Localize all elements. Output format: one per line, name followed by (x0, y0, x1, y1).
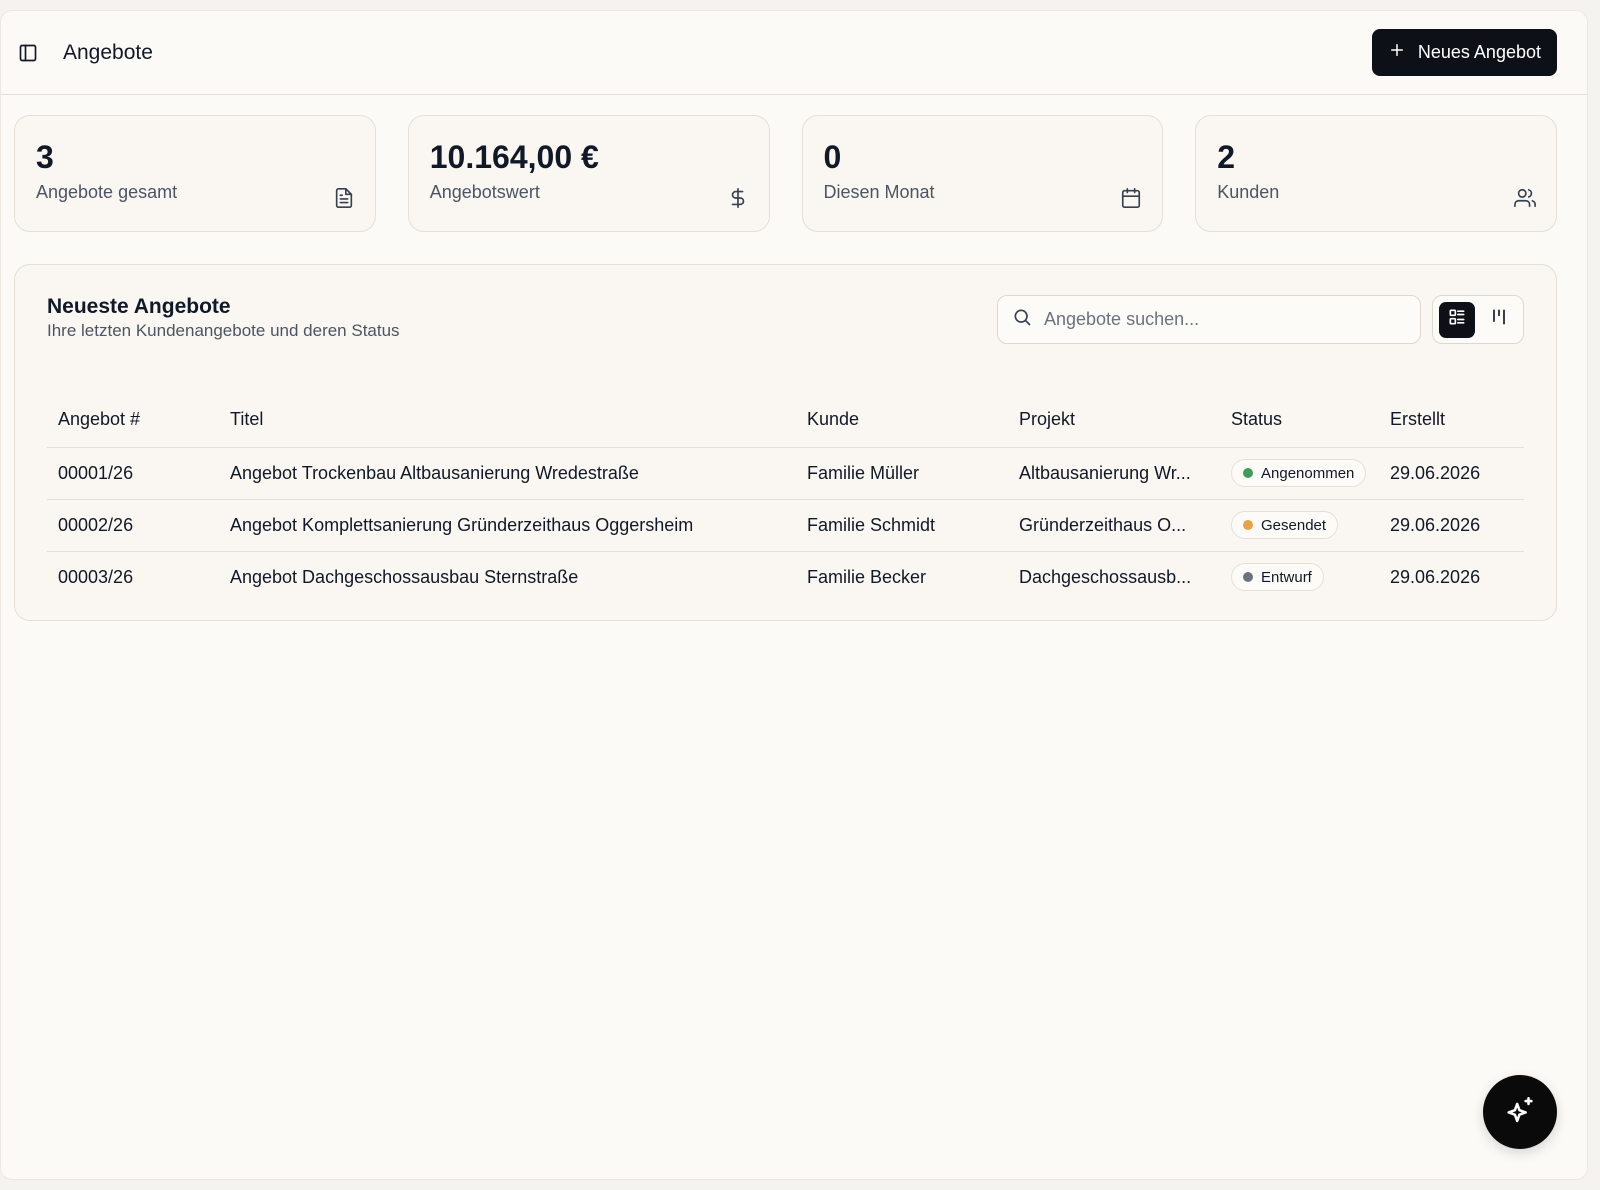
search-box (997, 295, 1421, 344)
stat-card-total: 3 Angebote gesamt (14, 115, 376, 232)
cell-offer-id: 00001/26 (47, 447, 219, 500)
status-badge: Entwurf (1231, 563, 1324, 592)
file-text-icon (333, 187, 355, 209)
cell-title: Angebot Trockenbau Altbausanierung Wrede… (219, 447, 796, 500)
top-bar: Angebote Neues Angebot (1, 11, 1587, 95)
stats-row: 3 Angebote gesamt 10.164,00 € Angebotswe… (1, 95, 1587, 232)
stat-label: Angebote gesamt (36, 182, 178, 202)
stat-value: 2 (1217, 139, 1236, 175)
scrollbar-track (1588, 0, 1600, 1190)
cell-offer-id: 00003/26 (58, 566, 134, 587)
panel-header: Neueste Angebote Ihre letzten Kundenange… (47, 295, 1524, 344)
cell-created: 29.06.2026 (1379, 447, 1524, 500)
stat-label: Angebotswert (429, 182, 540, 202)
users-icon (1514, 187, 1536, 209)
status-badge-label: Gesendet (1261, 516, 1327, 534)
cell-customer: Familie Becker (807, 566, 927, 587)
search-icon (1012, 307, 1032, 332)
column-header[interactable]: Titel (219, 392, 796, 448)
cell-customer: Familie Schmidt (796, 499, 1008, 552)
panel-title: Neueste Angebote (47, 295, 231, 318)
cell-status: Angenommen (1220, 447, 1379, 500)
column-header[interactable]: Erstellt (1379, 392, 1524, 448)
cell-status: Entwurf (1220, 551, 1379, 603)
panel-tools (997, 295, 1524, 344)
cell-project: Dachgeschossausb... (1019, 566, 1192, 587)
cell-created: 29.06.2026 (1390, 566, 1481, 587)
stat-value: 3 (36, 139, 54, 175)
column-header[interactable]: Projekt (1008, 392, 1220, 448)
cell-title: Angebot Dachgeschossausbau Sternstraße (230, 566, 579, 587)
column-header[interactable]: Kunde (796, 392, 1008, 448)
app-window: Angebote Neues Angebot 3 Angebote gesamt… (0, 10, 1588, 1180)
stat-card-month: 0 Diesen Monat (801, 115, 1164, 232)
table-row[interactable]: 00003/26 Angebot Dachgeschossausbau Ster… (47, 551, 1524, 603)
status-badge: Gesendet (1231, 511, 1339, 539)
dollar-icon (727, 187, 749, 209)
list-view-icon (1447, 307, 1467, 332)
status-dot (1243, 520, 1253, 530)
cell-project: Altbausanierung Wr... (1008, 447, 1220, 500)
offers-table: Angebot # Titel Kunde Projekt Status Ers… (47, 392, 1524, 603)
calendar-icon (1120, 187, 1142, 209)
status-dot (1243, 468, 1253, 478)
table-row[interactable]: 00002/26 Angebot Komplettsanierung Gründ… (47, 499, 1524, 552)
status-dot (1243, 572, 1253, 583)
plus-icon (1388, 41, 1406, 64)
table-header-row: Angebot # Titel Kunde Projekt Status Ers… (47, 392, 1524, 448)
stat-label: Diesen Monat (823, 182, 935, 202)
sparkles-icon (1503, 1094, 1537, 1131)
cell-customer: Familie Müller (796, 447, 1008, 500)
stat-value: 10.164,00 € (429, 139, 599, 175)
cell-created: 29.06.2026 (1379, 499, 1524, 552)
stat-card-value: 10.164,00 € Angebotswert (407, 115, 770, 232)
search-input[interactable] (1044, 309, 1406, 330)
cell-status: Gesendet (1220, 499, 1379, 552)
stat-value: 0 (823, 139, 842, 175)
new-offer-button[interactable]: Neues Angebot (1371, 29, 1557, 76)
recent-offers-panel: Neueste Angebote Ihre letzten Kundenange… (14, 264, 1557, 621)
cell-title: Angebot Komplettsanierung Gründerzeithau… (219, 499, 796, 552)
kanban-view-icon (1489, 307, 1509, 332)
list-view-button[interactable] (1439, 301, 1475, 338)
cell-offer-id: 00002/26 (47, 499, 219, 552)
column-header[interactable]: Status (1220, 392, 1379, 448)
sidebar-toggle-icon[interactable] (17, 42, 39, 64)
page-title: Angebote (63, 40, 153, 64)
stat-label: Kunden (1217, 182, 1280, 202)
status-badge-label: Angenommen (1261, 464, 1355, 482)
view-toggle (1432, 295, 1524, 344)
kanban-view-button[interactable] (1481, 302, 1517, 338)
status-badge: Angenommen (1231, 459, 1367, 487)
column-header[interactable]: Angebot # (47, 392, 219, 448)
table-row[interactable]: 00001/26 Angebot Trockenbau Altbausanier… (47, 447, 1524, 500)
new-offer-button-label: Neues Angebot (1417, 42, 1541, 62)
status-badge-label: Entwurf (1261, 568, 1312, 586)
stat-card-customers: 2 Kunden (1195, 115, 1557, 232)
panel-subtitle: Ihre letzten Kundenangebote und deren St… (47, 321, 400, 340)
cell-project: Gründerzeithaus O... (1008, 499, 1220, 552)
ai-assistant-button[interactable] (1483, 1075, 1557, 1149)
